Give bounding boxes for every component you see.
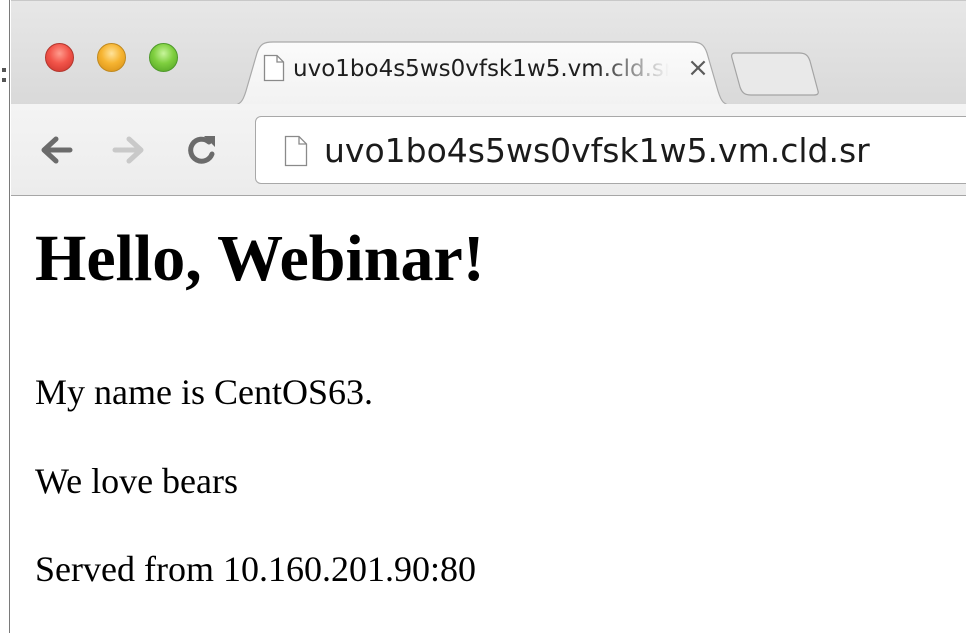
arrow-right-icon[interactable] xyxy=(111,132,147,168)
edge-mark xyxy=(2,78,6,82)
tab-active[interactable]: uvo1bo4s5ws0vfsk1w5.vm.cld.sr × xyxy=(227,41,737,106)
browser-window: uvo1bo4s5ws0vfsk1w5.vm.cld.sr × uvo1bo4s… xyxy=(0,0,966,633)
close-window-button[interactable] xyxy=(45,43,74,72)
address-bar[interactable]: uvo1bo4s5ws0vfsk1w5.vm.cld.sr xyxy=(255,116,966,184)
minimize-window-button[interactable] xyxy=(97,43,126,72)
paragraph-name: My name is CentOS63. xyxy=(35,372,373,412)
tab-close-icon[interactable]: × xyxy=(685,55,711,81)
reload-icon[interactable] xyxy=(184,132,220,168)
zoom-window-button[interactable] xyxy=(149,43,178,72)
browser-toolbar: uvo1bo4s5ws0vfsk1w5.vm.cld.sr xyxy=(11,104,966,196)
window-left-edge xyxy=(0,0,11,633)
page-icon xyxy=(263,54,285,82)
paragraph-bears: We love bears xyxy=(35,461,239,501)
tab-title: uvo1bo4s5ws0vfsk1w5.vm.cld.sr xyxy=(293,56,669,82)
paragraph-served-from: Served from 10.160.201.90:80 xyxy=(35,549,476,589)
page-content: Hello, Webinar! My name is CentOS63. We … xyxy=(11,197,966,633)
arrow-left-icon[interactable] xyxy=(38,132,74,168)
edge-mark xyxy=(2,68,6,72)
page-icon xyxy=(284,135,308,167)
new-tab-button[interactable] xyxy=(729,51,821,97)
address-text[interactable]: uvo1bo4s5ws0vfsk1w5.vm.cld.sr xyxy=(324,129,870,173)
tab-strip: uvo1bo4s5ws0vfsk1w5.vm.cld.sr × xyxy=(11,0,966,106)
page-heading: Hello, Webinar! xyxy=(35,222,485,295)
